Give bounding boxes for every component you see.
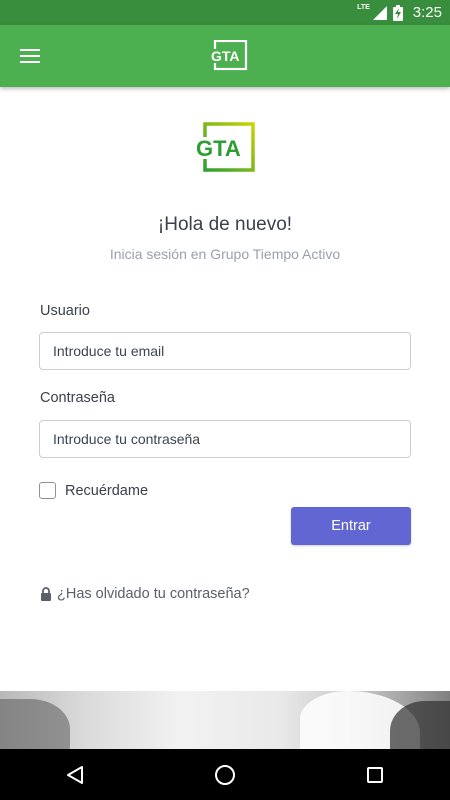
- status-bar: LTE 3:25: [0, 0, 450, 25]
- recents-square-icon: [367, 766, 383, 783]
- svg-text:GTA: GTA: [196, 136, 241, 161]
- nav-recents-button[interactable]: [345, 755, 405, 795]
- menu-button[interactable]: [12, 38, 48, 74]
- background-photo: [0, 691, 450, 749]
- remember-label[interactable]: Recuérdame: [65, 483, 148, 499]
- page-subtitle: Inicia sesión en Grupo Tiempo Activo: [109, 246, 341, 262]
- app-bar: GTA: [0, 25, 450, 87]
- login-button[interactable]: Entrar: [291, 507, 411, 545]
- system-nav-bar: [0, 749, 450, 800]
- forgot-password-label[interactable]: ¿Has olvidado tu contraseña?: [57, 586, 250, 602]
- battery-charging-icon: [392, 4, 403, 21]
- lock-icon: [41, 587, 51, 601]
- email-field[interactable]: [39, 332, 411, 370]
- signal-icon: [372, 5, 387, 20]
- remember-checkbox[interactable]: [39, 482, 56, 499]
- status-icons: LTE 3:25: [357, 0, 442, 25]
- nav-back-button[interactable]: [45, 755, 105, 795]
- gta-logo-white: GTA: [210, 40, 248, 71]
- svg-text:GTA: GTA: [211, 48, 240, 64]
- username-label: Usuario: [40, 303, 90, 319]
- page-title: ¡Hola de nuevo!: [157, 214, 293, 235]
- password-field[interactable]: [39, 420, 411, 458]
- password-label: Contraseña: [40, 390, 115, 406]
- forgot-password-link[interactable]: ¿Has olvidado tu contraseña?: [40, 586, 250, 602]
- hamburger-menu-icon: [20, 49, 40, 63]
- back-triangle-icon: [67, 765, 83, 784]
- home-circle-icon: [215, 764, 235, 785]
- clock: 3:25: [412, 4, 442, 21]
- gta-logo: GTA: [195, 122, 255, 172]
- remember-me[interactable]: Recuérdame: [39, 482, 148, 499]
- nav-home-button[interactable]: [195, 755, 255, 795]
- network-type: LTE: [357, 4, 370, 11]
